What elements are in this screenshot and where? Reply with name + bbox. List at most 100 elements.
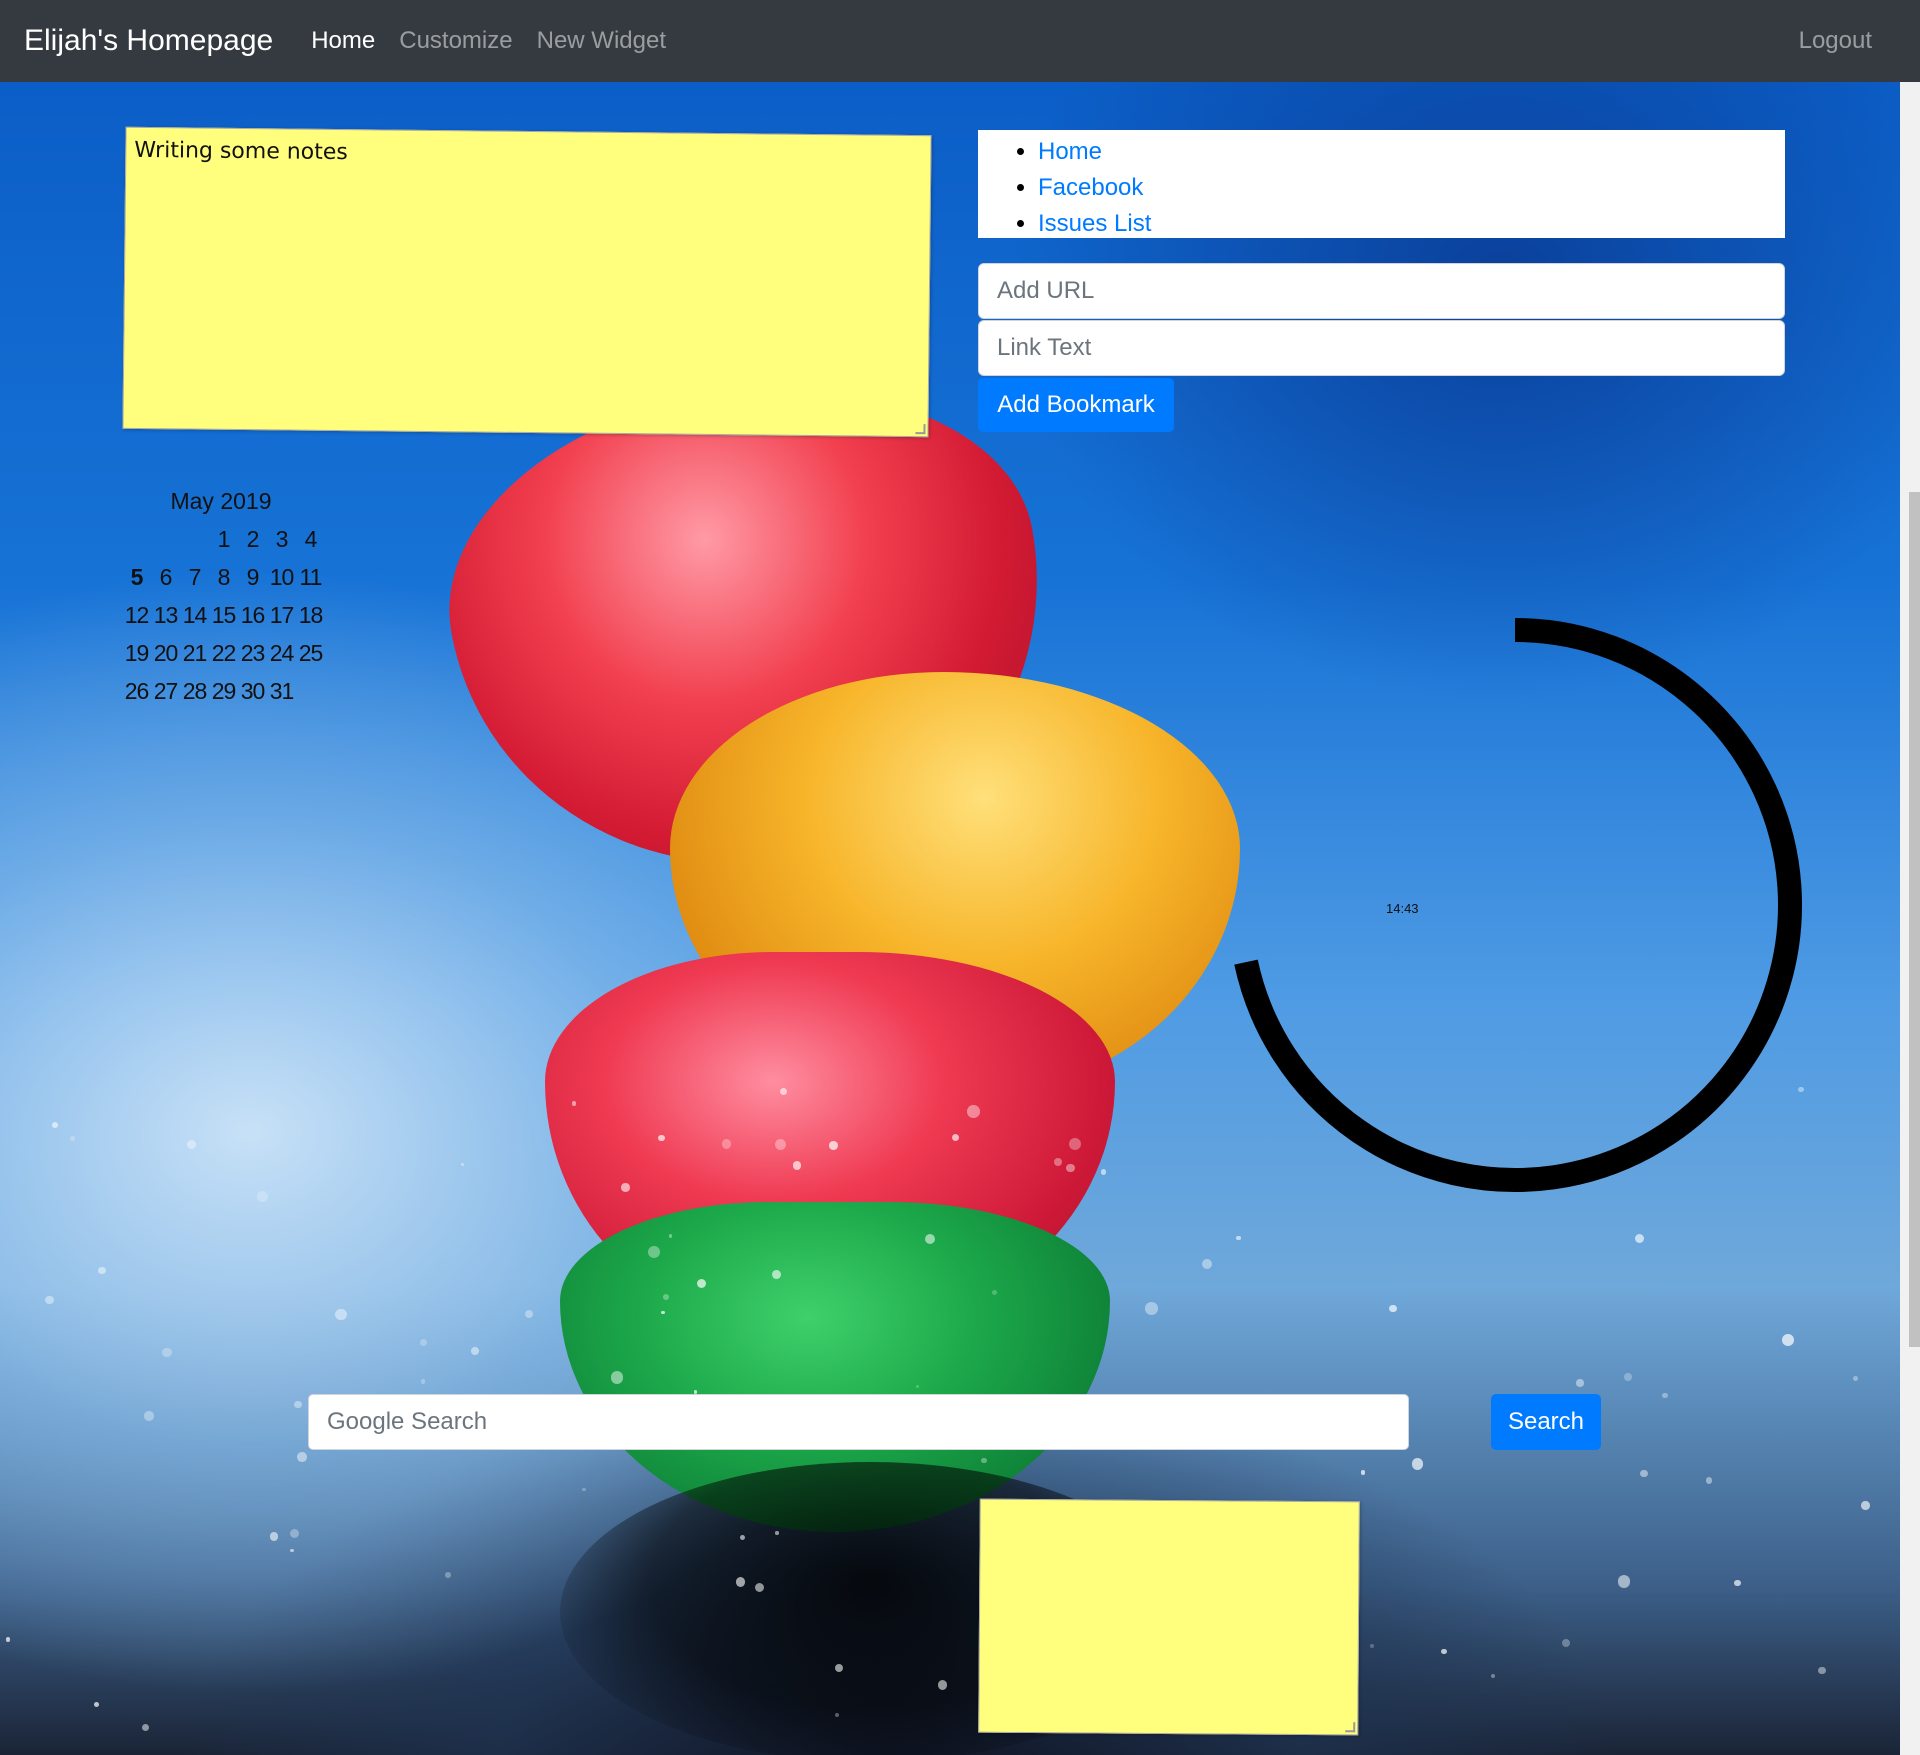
calendar-day[interactable]: 12 [122,596,151,634]
sticky-note-main[interactable]: Writing some notes [122,126,932,438]
sparkle [1389,1304,1397,1313]
calendar-day[interactable]: 19 [122,634,151,672]
add-bookmark-button[interactable]: Add Bookmark [978,378,1174,432]
nav-home[interactable]: Home [311,27,375,55]
sparkle [1624,1373,1632,1381]
sparkle [1818,1666,1826,1675]
sparkle [141,1724,150,1732]
sparkle [722,1139,732,1149]
calendar-day[interactable]: 14 [180,596,209,634]
bookmark-item: Home [1038,134,1785,170]
brand-link[interactable]: Elijah's Homepage [24,24,273,58]
add-url-input[interactable] [978,263,1785,319]
calendar-day[interactable]: 28 [180,672,209,710]
sparkle [668,1234,673,1238]
bookmark-link-issues[interactable]: Issues List [1038,210,1151,237]
calendar-day[interactable]: 6 [151,558,180,596]
calendar-blank [180,520,209,558]
bookmark-link-facebook[interactable]: Facebook [1038,174,1143,201]
calendar-day[interactable]: 1 [209,520,238,558]
bookmark-link-home[interactable]: Home [1038,138,1102,165]
nav-customize[interactable]: Customize [399,27,512,55]
sparkle [296,1451,307,1462]
calendar-day[interactable]: 29 [209,672,238,710]
sparkle [420,1379,426,1384]
calendar-blank [122,520,151,558]
sparkle [663,1293,669,1300]
navbar: Elijah's Homepage Home Customize New Wid… [0,0,1920,82]
sparkle [1491,1673,1496,1678]
calendar-day[interactable]: 9 [238,558,267,596]
sparkle [829,1141,839,1150]
scrollbar-thumb[interactable] [1909,492,1920,1347]
bookmark-item: Issues List [1038,206,1785,242]
nav-new-widget[interactable]: New Widget [537,27,666,55]
calendar-day[interactable]: 22 [209,634,238,672]
sparkle [290,1548,294,1552]
sparkle [582,1488,586,1492]
calendar-day[interactable]: 15 [209,596,238,634]
calendar-day[interactable]: 16 [238,596,267,634]
calendar-day[interactable]: 10 [267,558,296,596]
sparkle [1782,1334,1795,1347]
calendar-day[interactable]: 8 [209,558,238,596]
calendar-day[interactable]: 7 [180,558,209,596]
calendar-day[interactable]: 30 [238,672,267,710]
calendar-day[interactable]: 31 [267,672,296,710]
page-scrollbar[interactable] [1900,82,1920,1755]
calendar-day[interactable]: 18 [296,596,325,634]
calendar-day[interactable]: 4 [296,520,325,558]
calendar-day[interactable]: 26 [122,672,151,710]
calendar-day[interactable]: 3 [267,520,296,558]
calendar-title: May 2019 [170,488,272,514]
calendar-widget: May 2019 1 2 3 4 5 6 7 8 9 10 11 12 13 14 15 16 17 18 19 20… [122,482,328,710]
sparkle [5,1637,11,1643]
sparkle [1662,1392,1668,1399]
sparkle [1634,1233,1645,1244]
sparkle [1066,1163,1075,1173]
resize-grip-icon[interactable] [915,424,926,435]
resize-grip-icon[interactable] [1345,1722,1356,1733]
logout-link[interactable]: Logout [1799,27,1872,55]
bookmark-item: Facebook [1038,170,1785,206]
sparkle [1576,1379,1584,1387]
calendar-day[interactable]: 17 [267,596,296,634]
sparkle [1639,1469,1648,1478]
calendar-day[interactable]: 20 [151,634,180,672]
calendar-day[interactable]: 25 [296,634,325,672]
calendar-day[interactable]: 11 [296,558,325,596]
sparkle [1441,1648,1447,1655]
sparkle [524,1309,533,1319]
sparkle [70,1135,75,1141]
calendar-day[interactable]: 2 [238,520,267,558]
sticky-note-secondary[interactable] [978,1498,1360,1736]
calendar-day[interactable]: 24 [267,634,296,672]
calendar-day[interactable]: 13 [151,596,180,634]
google-search-input[interactable] [308,1394,1409,1450]
calendar-day[interactable]: 23 [238,634,267,672]
clock-progress-arc [1234,618,1802,1192]
sparkle [461,1162,465,1166]
sparkle [981,1457,987,1464]
sparkle [1145,1302,1158,1315]
calendar-day[interactable]: 5 [122,558,151,596]
sparkle [1861,1501,1870,1510]
sparkle [45,1295,54,1305]
calendar-blank [151,520,180,558]
link-text-input[interactable] [978,320,1785,376]
sparkle [256,1190,268,1202]
sparkle [269,1531,279,1541]
clock-time: 14:43 [1386,901,1419,916]
calendar-day[interactable]: 27 [151,672,180,710]
sparkle [94,1701,99,1707]
calendar-day[interactable]: 21 [180,634,209,672]
sparkle [335,1309,347,1321]
sparkle [1561,1638,1571,1647]
search-button[interactable]: Search [1491,1394,1601,1450]
sparkle [610,1371,624,1384]
sparkle [772,1269,782,1279]
sparkle [774,1138,786,1150]
sticky-note-text[interactable]: Writing some notes [134,138,348,165]
sparkle [775,1531,779,1535]
sparkle [1734,1579,1741,1587]
